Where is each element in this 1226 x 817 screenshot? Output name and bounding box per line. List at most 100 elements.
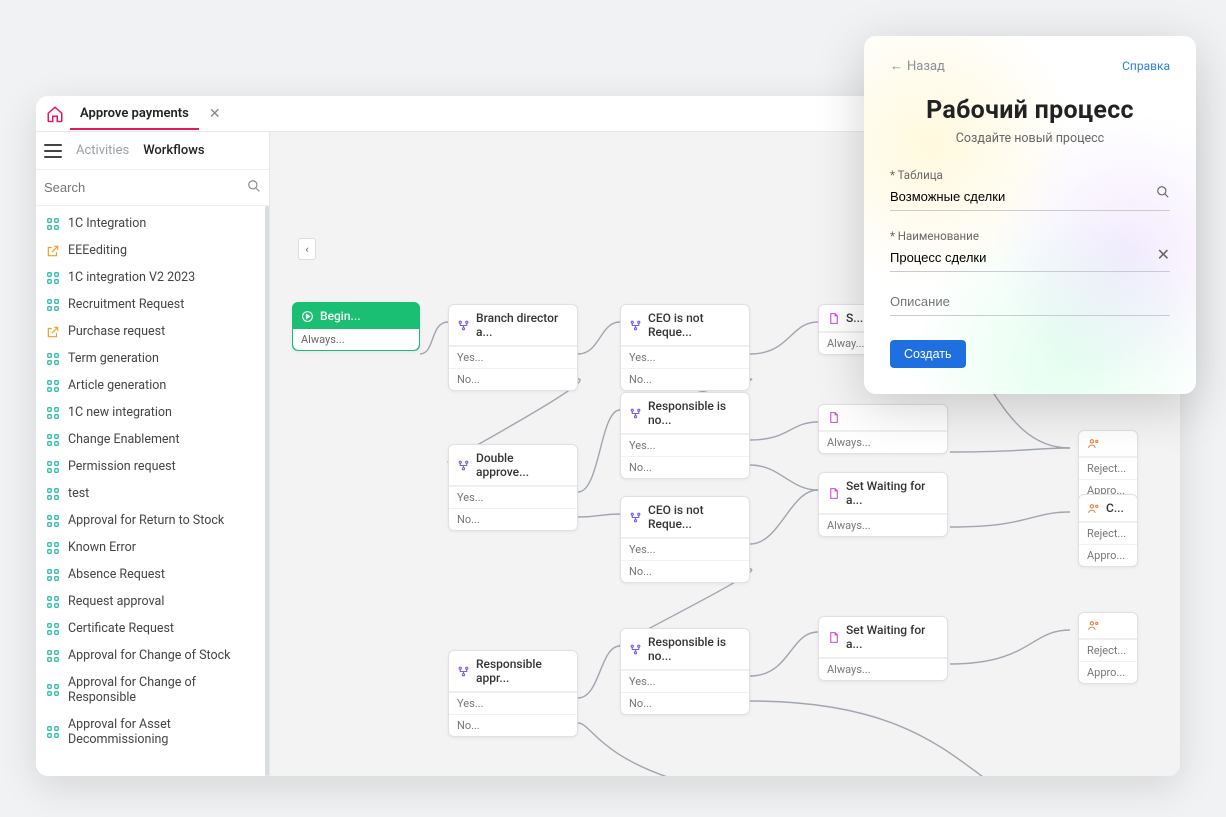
clear-icon[interactable]: ✕ [1157,245,1170,264]
node-output[interactable]: No... [449,508,577,530]
branch-icon [629,407,642,420]
node-output[interactable]: Yes... [449,692,577,714]
workflow-item[interactable]: EEEediting [36,237,269,264]
node-title: CEO is not Reque... [648,503,741,531]
workflow-item[interactable]: Article generation [36,372,269,399]
workflow-item-label: Permission request [68,459,176,474]
workflow-item[interactable]: Absence Request [36,561,269,588]
tab-close-icon[interactable]: ✕ [209,106,221,122]
workflow-item[interactable]: Purchase request [36,318,269,345]
node-wait-1[interactable]: Set Waiting for a... Always... [818,472,948,537]
create-button[interactable]: Создать [890,340,966,368]
node-wait-2[interactable]: Set Waiting for a... Always... [818,616,948,681]
workflow-item[interactable]: Change Enablement [36,426,269,453]
node-output[interactable]: Appro... [1079,661,1137,683]
branch-icon [457,319,470,332]
node-responsible-appr[interactable]: Responsible appr... Yes... No... [448,650,578,737]
node-output[interactable]: No... [621,368,749,390]
node-output[interactable]: Reject... [1079,457,1137,479]
workflow-item[interactable]: Certificate Request [36,615,269,642]
workflow-item[interactable]: Permission request [36,453,269,480]
node-output[interactable]: No... [621,456,749,478]
node-output[interactable]: Always... [293,329,419,350]
node-output[interactable]: Alway... [819,332,869,354]
node-ceo-1[interactable]: CEO is not Reque... Yes... No... [620,304,750,391]
node-output[interactable]: Yes... [621,538,749,560]
sidebar: Activities Workflows 1C IntegrationEEEed… [36,132,270,776]
node-c-2[interactable]: C... Reject... Appro... [1078,494,1138,567]
back-link[interactable]: ← Назад [890,58,945,74]
node-output[interactable]: Yes... [621,670,749,692]
field-table: * Таблица [890,168,1170,211]
node-title: Begin... [320,309,361,323]
help-link[interactable]: Справка [1122,59,1170,73]
node-output[interactable]: No... [621,692,749,714]
workflow-item[interactable]: 1C integration V2 2023 [36,264,269,291]
workflow-item-label: Purchase request [68,324,165,339]
node-output[interactable]: No... [449,714,577,736]
node-title: Branch director a... [476,311,569,339]
workflow-item[interactable]: Approval for Change of Stock [36,642,269,669]
branch-icon [629,319,642,332]
node-output[interactable]: Yes... [449,346,577,368]
tab-activities[interactable]: Activities [76,141,129,160]
node-doc-a[interactable]: Always... [818,404,948,454]
node-responsible-no-1[interactable]: Responsible is no... Yes... No... [620,392,750,479]
node-output[interactable]: Always... [819,431,947,453]
create-workflow-modal: ← Назад Справка Рабочий процесс Создайте… [864,36,1196,394]
node-output[interactable]: Always... [819,514,947,536]
hamburger-icon[interactable] [44,144,62,158]
tab-title[interactable]: Approve payments [74,106,195,121]
collapse-sidebar-button[interactable]: ‹ [298,238,316,260]
node-output[interactable]: Yes... [449,486,577,508]
workflow-item[interactable]: 1C Integration [36,210,269,237]
document-icon [827,631,840,644]
node-begin[interactable]: Begin... Always... [292,302,420,351]
node-output[interactable]: Always... [819,658,947,680]
node-output[interactable]: Reject... [1079,522,1137,544]
name-input[interactable] [890,246,1170,272]
description-input[interactable] [890,290,1170,316]
branch-icon [629,511,642,524]
workflow-item[interactable]: Approval for Asset Decommissioning [36,711,269,753]
search-icon[interactable] [247,178,261,197]
node-c-1[interactable]: Reject... Appro... [1078,430,1138,502]
node-ceo-2[interactable]: CEO is not Reque... Yes... No... [620,496,750,583]
document-icon [827,411,840,424]
node-output[interactable]: Appro... [1079,544,1137,566]
workflow-item[interactable]: Term generation [36,345,269,372]
table-input[interactable] [890,185,1170,211]
workflow-item[interactable]: Known Error [36,534,269,561]
workflow-item-label: Term generation [68,351,159,366]
tab-workflows[interactable]: Workflows [143,141,204,160]
workflow-item-label: 1C integration V2 2023 [68,270,195,285]
workflow-item[interactable]: test [36,480,269,507]
search-icon[interactable] [1156,184,1170,203]
workflow-item[interactable]: 1C new integration [36,399,269,426]
field-table-label: * Таблица [890,168,1170,182]
workflow-icon [46,433,60,447]
node-responsible-no-2[interactable]: Responsible is no... Yes... No... [620,628,750,715]
workflow-item[interactable]: Request approval [36,588,269,615]
node-s[interactable]: S... Alway... [818,304,870,355]
user-icon [1087,619,1100,632]
node-output[interactable]: Yes... [621,434,749,456]
workflow-item-label: Change Enablement [68,432,180,447]
workflow-item[interactable]: Approval for Change of Responsible [36,669,269,711]
workflow-item[interactable]: Approval for Return to Stock [36,507,269,534]
search-input[interactable] [44,180,247,195]
node-title: Responsible is no... [648,399,741,427]
workflow-item[interactable]: Recruitment Request [36,291,269,318]
node-c-3[interactable]: Reject... Appro... [1078,612,1138,684]
home-icon[interactable] [46,105,64,123]
node-output[interactable]: No... [449,368,577,390]
node-branch-director[interactable]: Branch director a... Yes... No... [448,304,578,391]
search-row [36,170,269,206]
workflow-list[interactable]: 1C IntegrationEEEediting 1C integration V… [36,206,269,776]
node-output[interactable]: Yes... [621,346,749,368]
node-output[interactable]: Reject... [1079,639,1137,661]
workflow-icon [46,487,60,501]
node-output[interactable]: No... [621,560,749,582]
workflow-icon [46,541,60,555]
node-double-approve[interactable]: Double approve... Yes... No... [448,444,578,531]
